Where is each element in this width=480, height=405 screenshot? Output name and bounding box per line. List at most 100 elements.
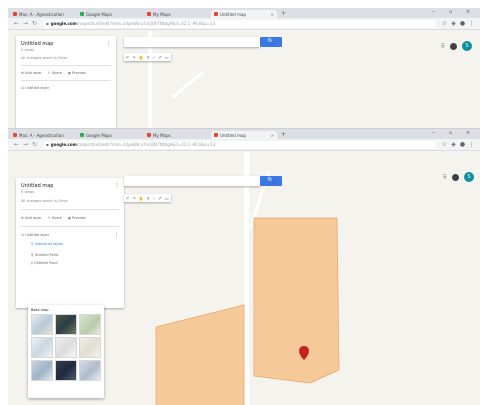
tab-label: Google Maps [86, 132, 112, 138]
map-search-input[interactable] [124, 176, 260, 186]
panel-actions: ⊕ Add layer ⇪ Share ◉ Preview [21, 71, 111, 75]
close-tab-icon[interactable]: × [271, 12, 274, 17]
base-map-thumbnail[interactable] [79, 337, 101, 358]
browser-tab[interactable]: My Maps [144, 10, 210, 18]
tab-strip: Mac: A - Agnostication Google Maps My Ma… [8, 129, 480, 139]
bookmark-star-icon[interactable]: ☆ [440, 20, 449, 27]
more-options-icon[interactable]: ⋮ [106, 40, 112, 47]
ruler-icon[interactable]: ▭ [165, 196, 169, 201]
panel-actions: ⊕ Add layer ⇪ Share ◉ Preview [21, 216, 119, 220]
extension-icon[interactable]: ◈ [449, 141, 458, 148]
layer-row[interactable]: ☑ Untitled layer ⋮ [21, 232, 119, 238]
new-tab-icon[interactable]: + [281, 131, 286, 139]
preview-label: Preview [72, 216, 86, 220]
browser-tab[interactable]: Mac: A - Agnostication [10, 131, 76, 139]
base-map-thumbnail[interactable] [55, 360, 77, 381]
base-map-thumbnail[interactable] [55, 314, 77, 335]
extension-icon[interactable]: ◈ [449, 20, 458, 27]
drawn-polygon[interactable] [155, 304, 245, 405]
reload-icon[interactable]: ↻ [30, 20, 39, 27]
menu-icon[interactable]: ⋮ [467, 141, 476, 148]
base-map-thumbnail[interactable] [79, 314, 101, 335]
individual-styles-link[interactable]: ⚲ Individual styles [31, 242, 119, 246]
share-button[interactable]: ⇪ Share [48, 71, 62, 75]
line-tool-icon[interactable]: ⟋ [153, 196, 156, 201]
close-tab-icon[interactable]: × [271, 133, 274, 138]
add-layer-button[interactable]: ⊕ Add layer [21, 71, 42, 75]
notifications-icon[interactable] [452, 173, 459, 181]
window-controls[interactable]: ‒ ▫ × [432, 9, 476, 15]
browser-tab[interactable]: My Maps [144, 131, 210, 139]
base-map-thumbnail[interactable] [31, 337, 53, 358]
directions-tool-icon[interactable]: ↱ [158, 196, 161, 201]
layer-row[interactable]: ☑ Untitled layer [21, 86, 111, 90]
back-icon[interactable]: ← [12, 20, 21, 27]
line-tool-icon[interactable]: ⟋ [153, 55, 156, 60]
feature-item[interactable]: ▮ Untitled Point [31, 261, 119, 265]
redo-icon[interactable]: ↷ [132, 196, 135, 201]
ruler-icon[interactable]: ▭ [165, 55, 169, 60]
avatar[interactable]: S [464, 172, 474, 182]
map-tools: ↶ ↷ ✋ ⚲ ⟋ ↱ ▭ [124, 194, 171, 202]
undo-icon[interactable]: ↶ [126, 196, 129, 201]
tab-label: Mac: A - Agnostication [19, 11, 64, 17]
undo-icon[interactable]: ↶ [126, 55, 129, 60]
bookmark-star-icon[interactable]: ☆ [440, 141, 449, 148]
base-map-thumbnail[interactable] [55, 337, 77, 358]
road [171, 70, 205, 99]
window-controls[interactable]: ‒ ▫ × [432, 130, 476, 136]
add-layer-button[interactable]: ⊕ Add layer [21, 216, 42, 220]
notifications-icon[interactable] [450, 42, 457, 50]
new-tab-icon[interactable]: + [281, 10, 286, 18]
search-button[interactable]: 🔍 [260, 176, 282, 186]
share-button[interactable]: ⇪ Share [48, 216, 62, 220]
tab-label: Mac: A - Agnostication [19, 132, 64, 138]
browser-tab[interactable]: Google Maps [77, 10, 143, 18]
account-area: ⠿ S [443, 172, 474, 182]
preview-button[interactable]: ◉ Preview [68, 71, 86, 75]
base-map-thumbnail[interactable] [31, 360, 53, 381]
hand-icon[interactable]: ✋ [139, 55, 144, 60]
browser-tab-active[interactable]: Untitled map × [211, 131, 277, 139]
marker-tool-icon[interactable]: ⚲ [147, 196, 150, 201]
more-options-icon[interactable]: ⋮ [114, 182, 120, 189]
base-map-thumbnail[interactable] [31, 314, 53, 335]
forward-icon[interactable]: → [21, 141, 30, 148]
forward-icon[interactable]: → [21, 20, 30, 27]
map-title[interactable]: Untitled map [21, 183, 119, 189]
base-map-thumbnail[interactable] [79, 360, 101, 381]
marker-tool-icon[interactable]: ⚲ [147, 55, 150, 60]
browser-toolbar: ← → ↻ ▪ google.com/maps/d/u/0/edit?mid=1… [8, 139, 480, 151]
browser-tab-active[interactable]: Untitled map × [211, 10, 277, 18]
map-canvas[interactable]: Untitled map 0 views ⋮ All changes saved… [8, 152, 480, 405]
apps-grid-icon[interactable]: ⠿ [441, 43, 445, 50]
map-title[interactable]: Untitled map [21, 41, 111, 47]
reload-icon[interactable]: ↻ [30, 141, 39, 148]
redo-icon[interactable]: ↷ [132, 55, 135, 60]
feature-item[interactable]: ⚲ Untitled Point [31, 253, 119, 257]
preview-button[interactable]: ◉ Preview [68, 216, 86, 220]
directions-tool-icon[interactable]: ↱ [158, 55, 161, 60]
browser-tab[interactable]: Mac: A - Agnostication [10, 10, 76, 18]
avatar[interactable]: S [462, 41, 472, 51]
browser-tab[interactable]: Google Maps [77, 131, 143, 139]
browser-toolbar: ← → ↻ ▪ google.com/maps/d/u/0/edit?mid=1… [8, 18, 480, 30]
search-button[interactable]: 🔍 [260, 37, 282, 47]
base-map-thumbnails [31, 314, 101, 381]
address-bar[interactable]: ▪ google.com/maps/d/u/0/edit?mid=1dpekNc… [43, 140, 436, 149]
map-search-input[interactable] [124, 37, 260, 47]
profile-icon[interactable]: ● [458, 141, 467, 148]
lock-icon: ▪ [46, 21, 49, 26]
hand-icon[interactable]: ✋ [139, 196, 144, 201]
back-icon[interactable]: ← [12, 141, 21, 148]
tab-favicon-icon [214, 12, 218, 16]
menu-icon[interactable]: ⋮ [467, 20, 476, 27]
address-path: /maps/d/u/0/edit?mid=1dpekNcu7aVjQhTNtbg… [76, 142, 216, 147]
apps-grid-icon[interactable]: ⠿ [443, 174, 447, 181]
map-canvas[interactable]: Untitled map 0 views ⋮ All changes saved… [8, 31, 480, 136]
tab-label: My Maps [153, 11, 171, 17]
drawn-polygon[interactable] [253, 217, 340, 384]
profile-icon[interactable]: ● [458, 20, 467, 27]
address-bar[interactable]: ▪ google.com/maps/d/u/0/edit?mid=1dpekNc… [43, 19, 436, 28]
layer-options-icon[interactable]: ⋮ [114, 232, 119, 238]
